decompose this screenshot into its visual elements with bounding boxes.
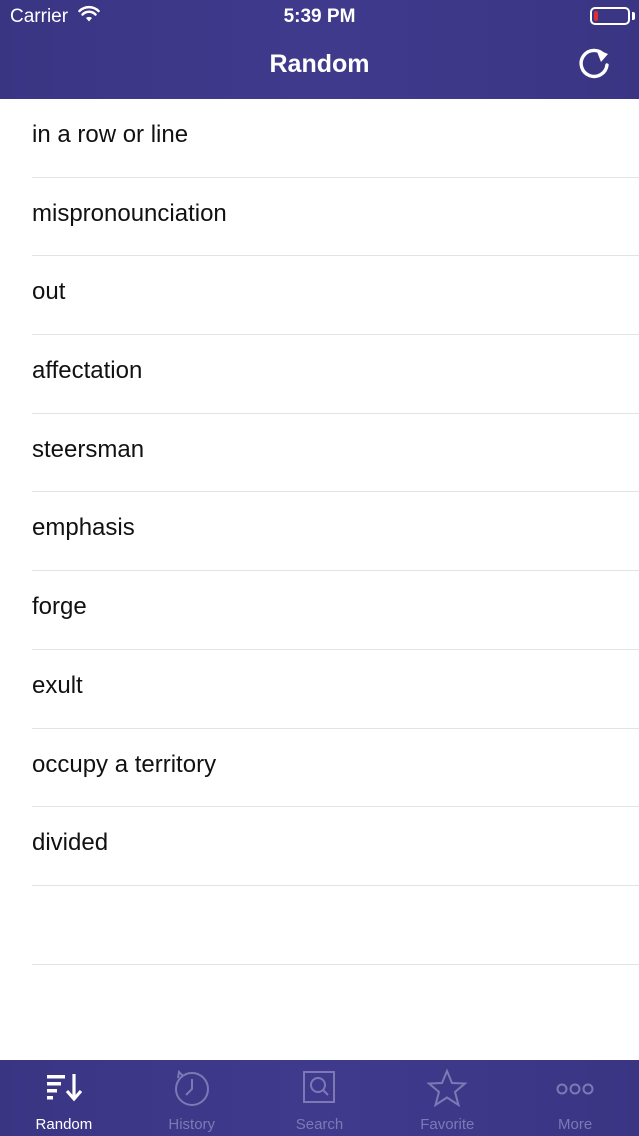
history-clock-icon: [174, 1069, 209, 1106]
word-list: in a row or line mispronounciation out affe…: [0, 99, 639, 965]
random-sort-icon: [46, 1074, 83, 1102]
tab-history[interactable]: History: [128, 1060, 256, 1136]
star-icon: [426, 1068, 468, 1108]
page-title: Random: [269, 50, 370, 78]
search-icon: [303, 1071, 336, 1103]
tab-random[interactable]: Random: [0, 1060, 128, 1136]
list-item[interactable]: steersman: [0, 414, 639, 493]
list-item[interactable]: forge: [0, 571, 639, 650]
tab-more[interactable]: More: [511, 1060, 639, 1136]
list-item-label: affectation: [32, 357, 143, 385]
status-time: 5:39 PM: [283, 6, 356, 27]
tab-bar: Random History Search Favorite More: [0, 1060, 639, 1136]
status-bar: Carrier 5:39 PM: [0, 0, 639, 34]
tab-more-label: More: [557, 1116, 593, 1133]
list-item[interactable]: affectation: [0, 335, 639, 414]
tab-favorite-label: Favorite: [420, 1116, 475, 1133]
list-item-label: exult: [32, 671, 83, 699]
tab-search[interactable]: Search: [256, 1060, 384, 1136]
list-item-label: occupy a territory: [32, 750, 217, 778]
list-item-label: emphasis: [32, 514, 135, 542]
list-item-label: out: [32, 278, 66, 306]
tab-history-label: History: [168, 1116, 216, 1133]
tab-search-label: Search: [295, 1116, 344, 1133]
list-item[interactable]: occupy a territory: [0, 729, 639, 808]
battery-cap: [632, 12, 635, 20]
list-item[interactable]: divided: [0, 807, 639, 886]
list-item-label: divided: [32, 829, 109, 857]
battery-icon: [590, 7, 630, 25]
list-item[interactable]: exult: [0, 650, 639, 729]
list-item-label: in a row or line: [32, 121, 189, 148]
navigation-header: Carrier 5:39 PM Random: [0, 0, 639, 99]
tab-random-label: Random: [35, 1116, 93, 1133]
list-item[interactable]: in a row or line: [0, 99, 639, 178]
list-item[interactable]: out: [0, 256, 639, 335]
list-item-label: mispronounciation: [32, 199, 227, 227]
refresh-icon[interactable]: [574, 45, 614, 85]
list-item[interactable]: [0, 886, 639, 965]
list-item[interactable]: emphasis: [0, 492, 639, 571]
list-item-label: forge: [32, 593, 87, 621]
battery-level: [594, 11, 598, 21]
more-dots-icon: [556, 1083, 594, 1095]
tab-favorite[interactable]: Favorite: [383, 1060, 511, 1136]
list-item[interactable]: mispronounciation: [0, 178, 639, 257]
list-item-label: steersman: [32, 435, 145, 463]
